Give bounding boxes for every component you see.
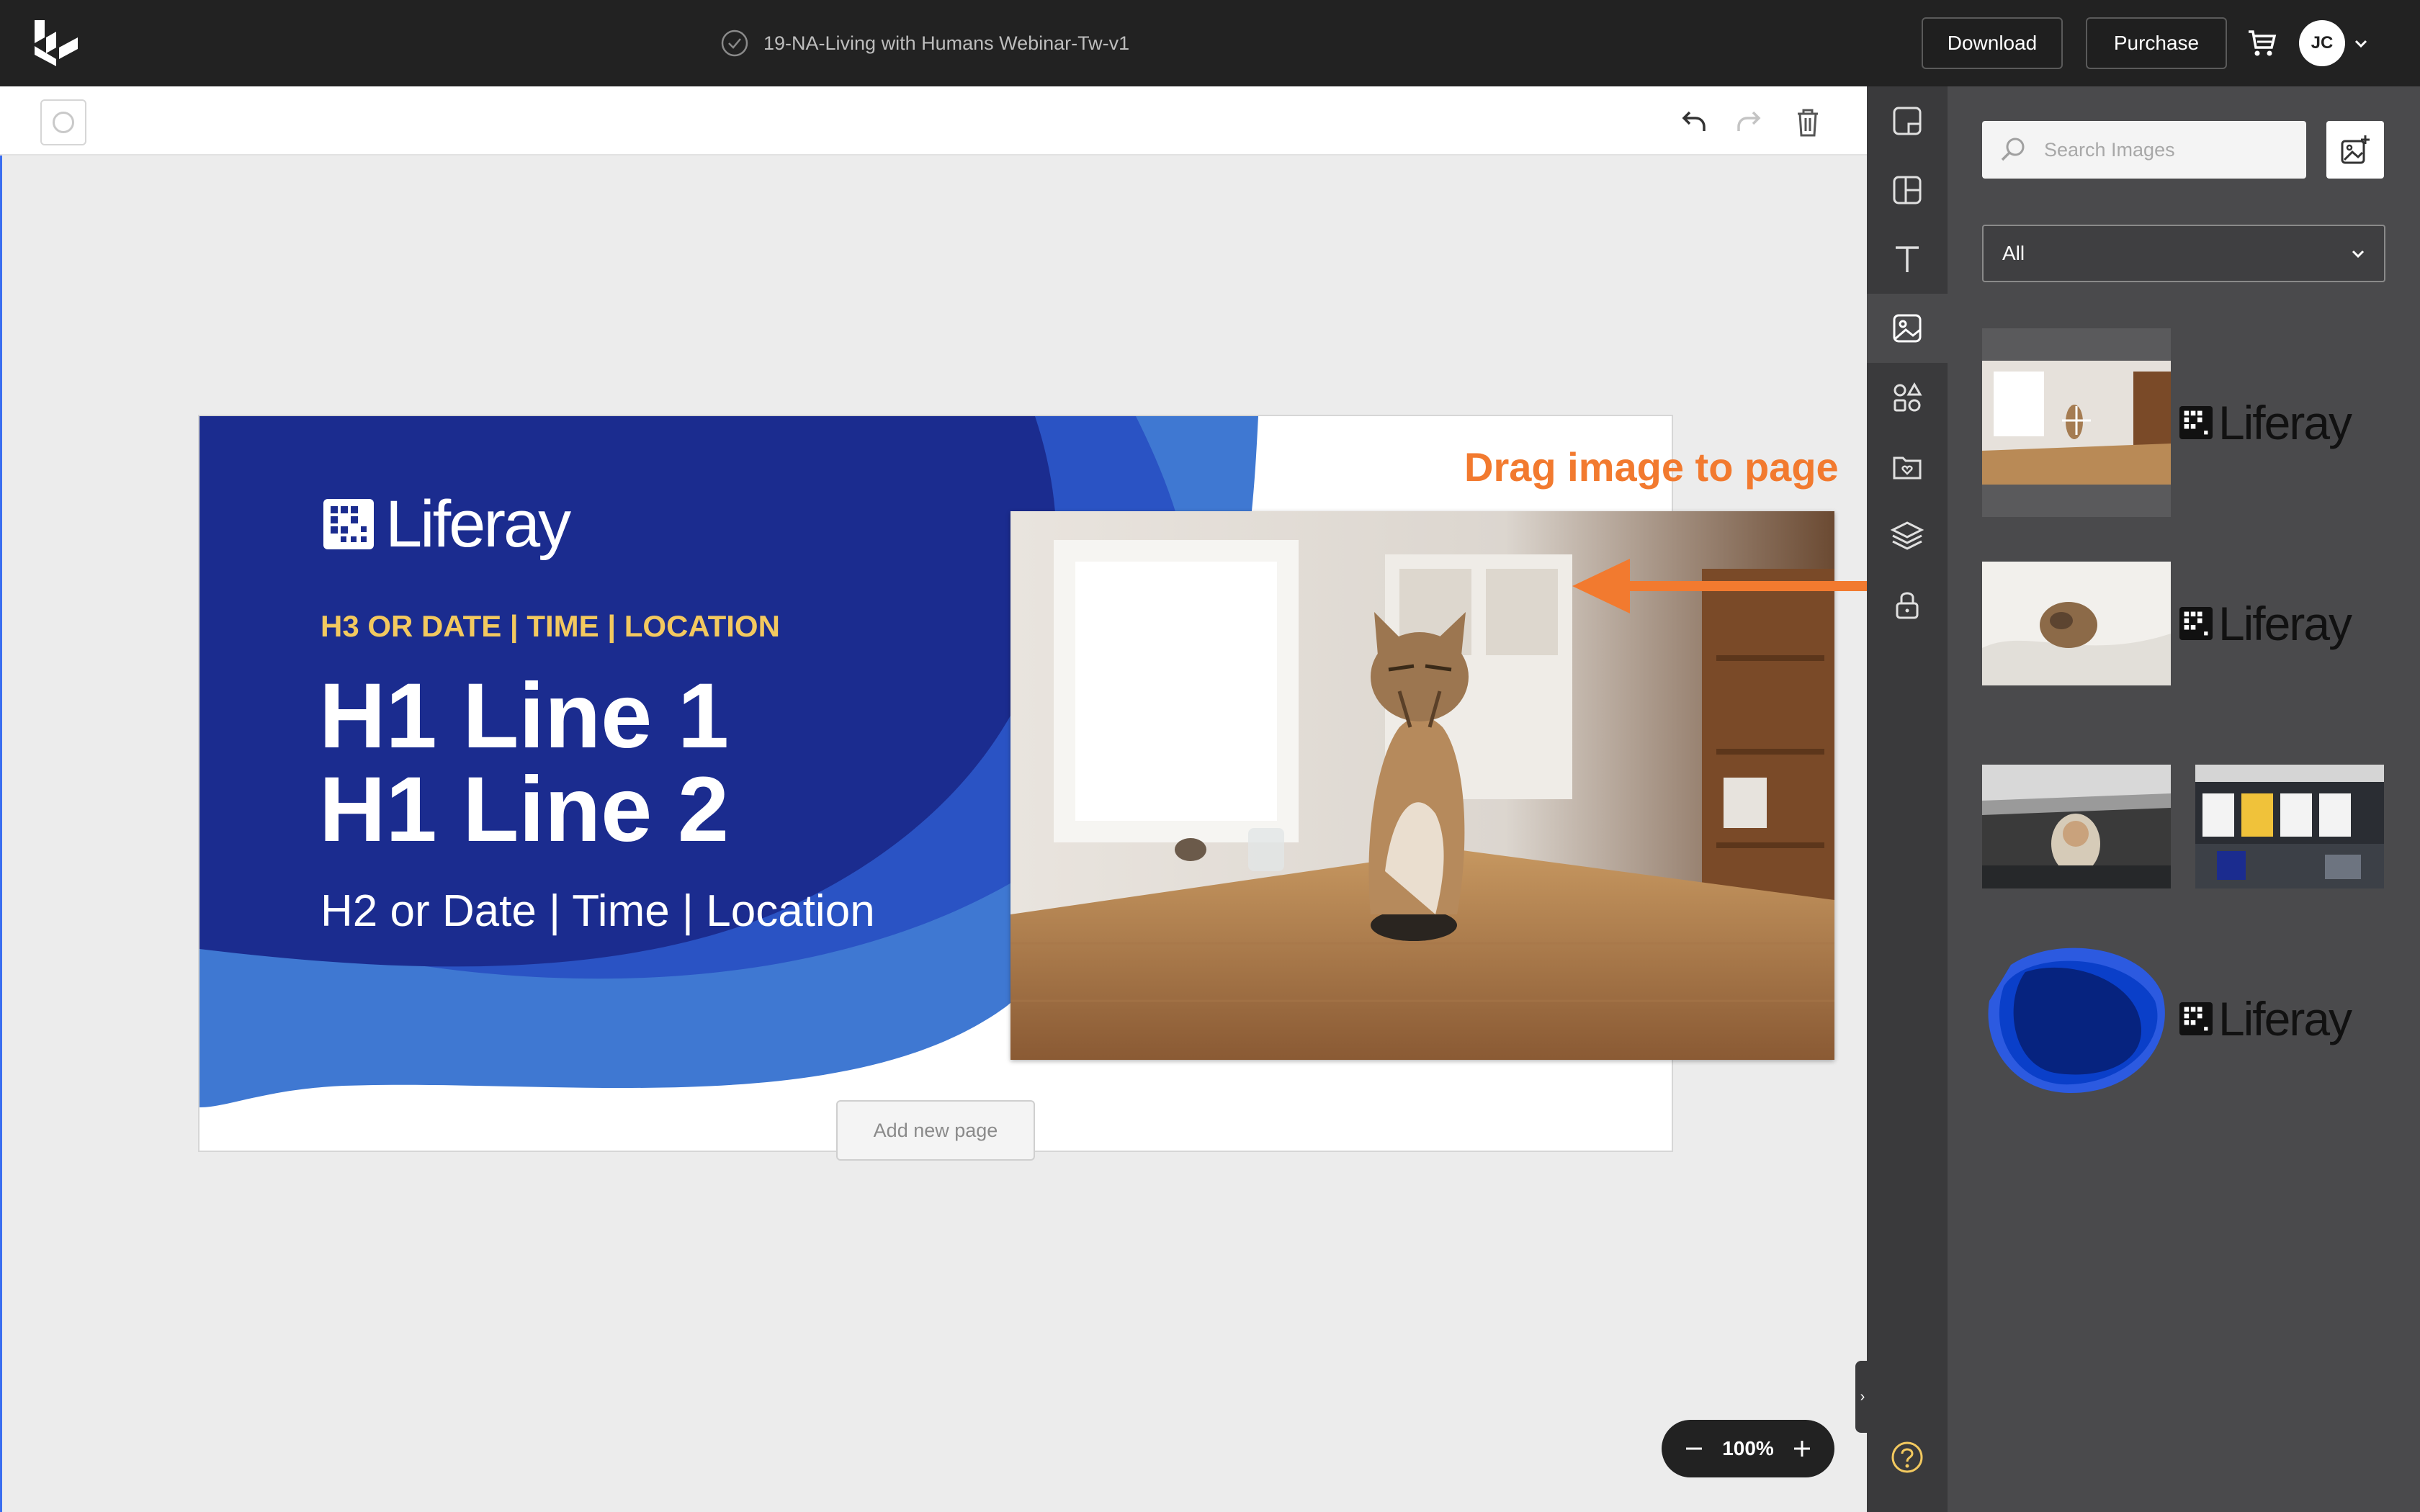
image-thumbnail[interactable]: [1982, 765, 2171, 888]
collapse-panel-tab[interactable]: ›: [1855, 1361, 1870, 1433]
thumbnail-logo-text: Liferay: [2218, 597, 2352, 650]
text-icon[interactable]: [1887, 239, 1927, 279]
design-canvas[interactable]: Liferay H3 OR DATE | TIME | LOCATION H1 …: [0, 156, 2048, 1512]
image-thumbnail[interactable]: Liferay: [2171, 957, 2360, 1081]
top-bar: 19-NA-Living with Humans Webinar-Tw-v1 D…: [0, 0, 2420, 86]
liferay-mark-icon: [2179, 406, 2213, 439]
sleeping-cat-image: [1982, 562, 2171, 685]
avatar[interactable]: JC: [2299, 20, 2345, 66]
image-thumbnail[interactable]: [1982, 328, 2171, 517]
liferay-mark-icon: [2179, 607, 2213, 640]
purchase-button[interactable]: Purchase: [2086, 17, 2227, 69]
drag-annotation: Drag image to page: [1464, 444, 1839, 490]
image-filter-select[interactable]: All: [1982, 225, 2385, 282]
help-icon[interactable]: [1887, 1437, 1927, 1477]
search-icon: [2001, 138, 2025, 161]
image-thumbnail[interactable]: [2195, 765, 2384, 888]
template-icon[interactable]: [1887, 101, 1927, 141]
tool-rail: [1867, 86, 1948, 1512]
chevron-down-icon: [2352, 250, 2365, 258]
zoom-control: 100%: [1662, 1420, 1834, 1477]
download-button[interactable]: Download: [1922, 17, 2063, 69]
image-icon[interactable]: [1887, 308, 1927, 348]
h3-text[interactable]: H3 OR DATE | TIME | LOCATION: [321, 609, 780, 644]
add-image-icon: [2341, 135, 2370, 164]
image-thumbnail[interactable]: [1982, 562, 2171, 685]
add-new-page-button[interactable]: Add new page: [836, 1100, 1035, 1161]
blue-blob-image: [1988, 948, 2165, 1094]
redo-icon[interactable]: [1733, 105, 1767, 140]
chevron-down-icon[interactable]: [2352, 35, 2370, 52]
lock-icon[interactable]: [1887, 585, 1927, 625]
office-space-image: [2195, 765, 2384, 888]
kitchen-cat-image: [1982, 361, 2171, 485]
layout-icon[interactable]: [1887, 170, 1927, 210]
shapes-icon[interactable]: [1887, 377, 1927, 418]
image-thumbnail[interactable]: [1982, 936, 2171, 1102]
document-title[interactable]: 19-NA-Living with Humans Webinar-Tw-v1: [720, 26, 1129, 60]
thumbnail-logo-text: Liferay: [2218, 396, 2352, 449]
zoom-in-icon[interactable]: [1790, 1436, 1814, 1461]
folder-heart-icon[interactable]: [1887, 446, 1927, 487]
liferay-mark-icon: [323, 499, 374, 549]
search-input[interactable]: Search Images: [1982, 121, 2306, 179]
circle-icon: [53, 112, 74, 133]
image-thumbnail[interactable]: Liferay: [2171, 562, 2360, 685]
images-panel: Search Images All Liferay Liferay Lifera…: [1948, 86, 2420, 1512]
zoom-level: 100%: [1722, 1437, 1774, 1459]
saved-check-icon: [721, 30, 748, 57]
filter-selected: All: [2002, 242, 2025, 264]
h2-text[interactable]: H2 or Date | Time | Location: [321, 886, 875, 937]
liferay-mark-icon: [2179, 1002, 2213, 1035]
cart-icon[interactable]: [2246, 27, 2277, 59]
worker-overhead-image: [1982, 765, 2171, 888]
brand-name: Liferay: [385, 487, 571, 561]
brand-logo[interactable]: Liferay: [323, 487, 571, 561]
zoom-out-icon[interactable]: [1682, 1436, 1706, 1461]
editor-toolbar: [0, 86, 1867, 156]
image-thumbnail[interactable]: Liferay: [2171, 361, 2360, 485]
h1-line-1: H1 Line 1: [319, 665, 730, 768]
app-logo-icon[interactable]: [30, 19, 82, 68]
trash-icon[interactable]: [1791, 105, 1825, 140]
upload-image-button[interactable]: [2326, 121, 2384, 179]
document-title-text: 19-NA-Living with Humans Webinar-Tw-v1: [763, 32, 1130, 54]
search-placeholder: Search Images: [2044, 138, 2175, 161]
undo-icon[interactable]: [1675, 105, 1710, 140]
thumbnail-logo-text: Liferay: [2218, 992, 2352, 1045]
h1-text[interactable]: H1 Line 1 H1 Line 2: [319, 670, 729, 857]
h1-line-2: H1 Line 2: [319, 758, 730, 861]
layers-icon[interactable]: [1887, 516, 1927, 556]
select-all-toggle[interactable]: [40, 99, 86, 145]
